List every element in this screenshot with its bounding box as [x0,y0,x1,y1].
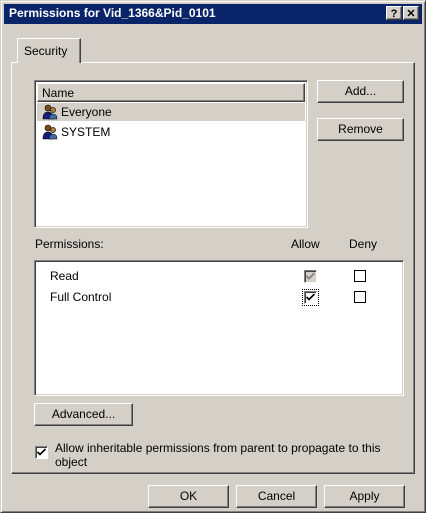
ok-button[interactable]: OK [148,485,229,508]
checkmark-icon [305,272,316,280]
name-column-header-label: Name [42,86,75,100]
name-column-header[interactable]: Name [37,83,305,102]
checkmark-icon [305,293,316,301]
tab-security[interactable]: Security [17,38,81,63]
names-list[interactable]: Name Everyone SYSTEM [34,80,308,228]
cancel-button-label: Cancel [257,489,296,503]
list-item-everyone[interactable]: Everyone [37,103,305,121]
cancel-button[interactable]: Cancel [236,485,317,508]
window-title: Permissions for Vid_1366&Pid_0101 [9,6,216,20]
permissions-label: Permissions: [35,237,104,251]
checkmark-icon [36,448,47,456]
list-item-system[interactable]: SYSTEM [37,123,305,141]
inherit-permissions-checkbox[interactable] [35,446,48,459]
permission-label: Read [50,269,79,283]
add-button-label: Add... [344,84,377,98]
deny-column-header: Deny [349,237,378,251]
full-control-deny-checkbox[interactable] [354,291,366,303]
read-deny-checkbox[interactable] [354,270,366,282]
advanced-button-label: Advanced... [51,407,116,421]
close-icon: ✕ [406,8,416,20]
remove-button-label: Remove [338,122,383,136]
permission-label: Full Control [50,290,112,304]
ok-button-label: OK [179,489,198,503]
full-control-allow-checkbox[interactable] [302,289,319,306]
apply-button[interactable]: Apply [324,485,405,508]
help-icon: ? [390,8,398,20]
group-users-icon [42,104,58,120]
remove-button[interactable]: Remove [317,118,404,141]
permissions-dialog: Permissions for Vid_1366&Pid_0101 ? ✕ Se… [0,0,426,513]
list-item-label: Everyone [61,105,112,119]
inherit-label-line1: Allow inheritable permissions from paren… [55,441,381,455]
inherit-label-line2: object [55,455,88,469]
list-item-label: SYSTEM [61,125,111,139]
tab-security-label: Security [24,44,68,58]
add-button[interactable]: Add... [317,80,404,103]
allow-column-header: Allow [291,237,320,251]
permissions-list: Read Full Control [34,260,404,396]
advanced-button[interactable]: Advanced... [34,403,133,426]
close-button[interactable]: ✕ [403,6,419,20]
apply-button-label: Apply [349,489,380,503]
read-allow-checkbox[interactable] [304,270,317,283]
title-bar[interactable]: Permissions for Vid_1366&Pid_0101 ? ✕ [4,4,422,24]
group-users-icon [42,124,58,140]
help-button[interactable]: ? [386,6,402,20]
